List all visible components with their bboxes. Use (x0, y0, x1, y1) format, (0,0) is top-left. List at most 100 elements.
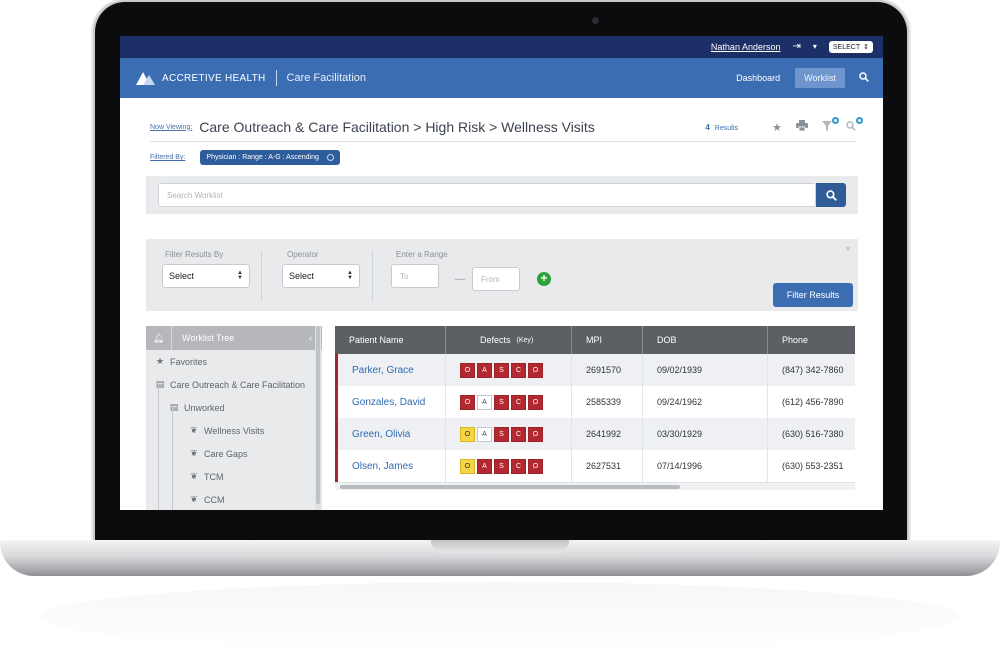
column-header-phone[interactable]: Phone (768, 326, 855, 354)
filter-chip[interactable]: Physician : Range : A-G : Ascending (200, 150, 340, 165)
filter-chip-label: Physician : Range : A-G : Ascending (206, 154, 319, 161)
worklist-tree-header: 🔔︎ Worklist Tree ‹ (146, 326, 322, 350)
add-range-icon[interactable]: + (537, 272, 551, 286)
filtered-by-row: Filtered By: Physician : Range : A-G : A… (150, 150, 340, 165)
table-scroll-thumb[interactable] (340, 485, 680, 489)
table-row[interactable]: Green, Olivia O A S C O 2641992 03/30/1929 (630)… (335, 418, 855, 450)
context-select[interactable]: SELECT ⇕ (828, 41, 873, 53)
search-worklist-input[interactable]: Search Worklist (158, 183, 816, 207)
column-header-mpi[interactable]: MPI (572, 326, 643, 354)
defect-badge[interactable]: S (494, 394, 509, 410)
table-row[interactable]: Olsen, James O A S C O 2627531 07/14/1996 (630) … (335, 450, 855, 482)
table-row[interactable]: Parker, Grace O A S C O 2691570 09/02/1939 (847)… (335, 354, 855, 386)
search-button[interactable] (816, 183, 846, 207)
defect-badge[interactable]: O (528, 394, 543, 410)
zoom-icon[interactable] (846, 116, 863, 134)
table-body: Parker, Grace O A S C O 2691570 09/02/1939 (847)… (335, 354, 855, 482)
defects-cell: OASCO (446, 354, 572, 386)
defect-badge[interactable]: C (511, 394, 526, 410)
worklist-table: Patient Name Defects (Key) MPI DOB Phone … (335, 326, 855, 492)
select-arrows-icon: ▲ ▼ (237, 270, 243, 281)
defect-badges: OASCO (460, 362, 543, 378)
nav-worklist[interactable]: Worklist (795, 68, 845, 88)
range-to-input[interactable]: To (391, 264, 439, 288)
filter-icon[interactable] (822, 116, 839, 134)
leaf-icon: ❦ (190, 494, 198, 504)
results-label: Results (714, 124, 739, 132)
patient-name-link[interactable]: Olsen, James (338, 450, 446, 482)
brand-name: ACCRETIVE HEALTH (162, 72, 266, 84)
brand-divider (275, 70, 277, 86)
bell-icon[interactable]: 🔔︎ (146, 326, 172, 350)
operator-value: Select (289, 271, 315, 281)
dob-cell: 09/02/1939 (643, 354, 768, 386)
patient-name-link[interactable]: Green, Olivia (338, 418, 446, 450)
search-icon (825, 189, 837, 201)
filter-by-select[interactable]: Select ▲ ▼ (162, 264, 250, 288)
defect-badge[interactable]: O (460, 394, 475, 410)
filter-results-button[interactable]: Filter Results (773, 283, 853, 307)
defect-badge[interactable]: C (511, 458, 526, 474)
defect-badge[interactable]: S (494, 426, 509, 442)
range-from-input[interactable]: From (472, 267, 520, 291)
defect-badge[interactable]: O (460, 362, 475, 378)
defect-badge[interactable]: O (528, 458, 543, 474)
user-name-link[interactable]: Nathan Anderson (711, 42, 781, 52)
dob-cell: 03/30/1929 (643, 418, 768, 450)
defect-badge[interactable]: A (477, 458, 492, 474)
defect-badge[interactable]: O (460, 426, 475, 442)
defect-badge[interactable]: O (528, 426, 543, 442)
operator-label: Operator (287, 250, 319, 259)
search-icon[interactable] (859, 71, 869, 85)
brand-logo[interactable]: ACCRETIVE HEALTH (136, 71, 266, 85)
patient-name-link[interactable]: Gonzales, David (338, 386, 446, 418)
remove-filter-icon[interactable] (326, 154, 334, 161)
filter-badge-icon (832, 116, 839, 124)
column-header-dob[interactable]: DOB (643, 326, 768, 354)
filter-by-value: Select (169, 271, 195, 281)
defect-badge[interactable]: O (528, 362, 543, 378)
logout-icon[interactable]: ⇥ (792, 42, 800, 52)
camera-icon (592, 17, 599, 24)
filter-divider (372, 251, 373, 301)
column-header-patient-name[interactable]: Patient Name (335, 326, 446, 354)
print-icon[interactable] (796, 120, 808, 134)
tree-item-favorites[interactable]: ★ Favorites (146, 350, 322, 373)
mpi-cell: 2691570 (572, 354, 643, 386)
defect-badge[interactable]: S (494, 458, 509, 474)
filter-divider (261, 251, 262, 301)
range-label: Enter a Range (396, 250, 448, 259)
results-number: 4 (705, 122, 710, 132)
laptop-notch (431, 540, 569, 553)
patient-name-link[interactable]: Parker, Grace (338, 354, 446, 386)
tree-item-label: Care Outreach & Care Facilitation (170, 379, 306, 390)
filter-by-label: Filter Results By (165, 250, 224, 259)
star-icon[interactable]: ★ (772, 121, 782, 134)
defect-badge[interactable]: A (477, 362, 492, 378)
operator-select[interactable]: Select ▲ ▼ (282, 264, 360, 288)
nav-dashboard[interactable]: Dashboard (727, 68, 789, 88)
pin-icon[interactable]: ▾ (813, 43, 817, 51)
search-panel: Search Worklist (146, 176, 858, 214)
tree-scrollbar[interactable] (315, 326, 321, 510)
close-filter-icon[interactable]: × (845, 244, 851, 255)
tree-scroll-thumb[interactable] (316, 326, 320, 504)
table-horizontal-scrollbar[interactable] (335, 482, 855, 490)
defect-badges: OASCO (460, 394, 543, 410)
defect-badge[interactable]: C (511, 362, 526, 378)
defect-badge[interactable]: C (511, 426, 526, 442)
defects-cell: OASCO (446, 450, 572, 482)
tree-item-care-outreach[interactable]: ▤ Care Outreach & Care Facilitation (146, 373, 322, 396)
folder-open-icon: ▤ (155, 379, 165, 389)
defect-badge[interactable]: O (460, 458, 475, 474)
defect-badge[interactable]: A (477, 394, 492, 410)
top-bar: Nathan Anderson ⇥ ▾ SELECT ⇕ (120, 36, 883, 58)
tree-item-label: CCM (204, 494, 225, 505)
select-arrows-icon: ⇕ (863, 44, 869, 51)
defect-badge[interactable]: A (477, 426, 492, 442)
now-viewing-label: Now Viewing: (150, 123, 193, 131)
column-header-defects[interactable]: Defects (Key) (446, 326, 572, 354)
table-row[interactable]: Gonzales, David O A S C O 2585339 09/24/1962 (61… (335, 386, 855, 418)
defect-badge[interactable]: S (494, 362, 509, 378)
defects-key-link[interactable]: (Key) (517, 337, 534, 344)
